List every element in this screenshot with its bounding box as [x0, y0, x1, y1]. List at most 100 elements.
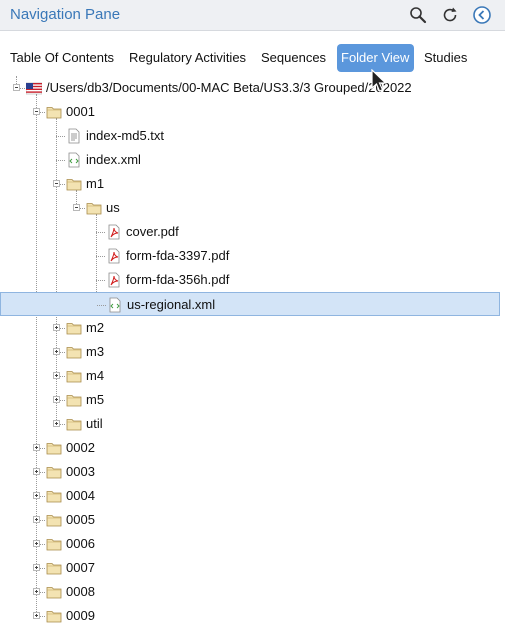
xml-file-icon	[107, 297, 123, 313]
tree-row[interactable]: util	[0, 412, 505, 436]
collapse-toggle-icon[interactable]	[53, 180, 60, 187]
tree-item-label: cover.pdf	[126, 224, 179, 239]
tree-item-label: 0003	[66, 464, 95, 479]
back-circle-icon[interactable]	[472, 5, 492, 25]
tree-row[interactable]: index.xml	[0, 148, 505, 172]
tree-row[interactable]: form-fda-3397.pdf	[0, 244, 505, 268]
folder-icon	[66, 176, 82, 192]
pdf-file-icon	[106, 272, 122, 288]
tree-item-label: 0005	[66, 512, 95, 527]
tree-item-label: m3	[86, 344, 105, 359]
tree-row[interactable]: index-md5.txt	[0, 124, 505, 148]
tree-item-label: index.xml	[86, 152, 141, 167]
expand-toggle-icon[interactable]	[33, 468, 40, 475]
collapse-toggle-icon[interactable]	[13, 84, 20, 91]
folder-icon	[66, 320, 82, 336]
tree-item-label: 0006	[66, 536, 95, 551]
tree-row[interactable]: cover.pdf	[0, 220, 505, 244]
expand-toggle-icon[interactable]	[53, 396, 60, 403]
tree-guide-line	[56, 136, 65, 137]
tree-row[interactable]: 0001	[0, 100, 505, 124]
navigation-pane-header: Navigation Pane	[0, 0, 505, 31]
tree-item-label: m2	[86, 320, 105, 335]
folder-icon	[46, 464, 62, 480]
tree-row[interactable]: m5	[0, 388, 505, 412]
tree-row[interactable]: m4	[0, 364, 505, 388]
tree-guide-line	[56, 160, 65, 161]
tree-row[interactable]: 0006	[0, 532, 505, 556]
tab-table-of-contents[interactable]: Table Of Contents	[6, 44, 118, 72]
tree-item-label: m4	[86, 368, 105, 383]
tree-row[interactable]: us-regional.xml	[0, 292, 500, 316]
folder-icon	[86, 200, 102, 216]
folder-icon	[46, 488, 62, 504]
tree-item-label: us	[106, 200, 120, 215]
folder-icon	[46, 560, 62, 576]
tree-item-label: 0004	[66, 488, 95, 503]
tree-item-label: util	[86, 416, 103, 431]
tree-item-label: /Users/db3/Documents/00-MAC Beta/US3.3/3…	[46, 80, 412, 95]
collapse-toggle-icon[interactable]	[33, 108, 40, 115]
pdf-file-icon	[106, 248, 122, 264]
folder-icon	[46, 512, 62, 528]
tree-guide-line	[96, 280, 105, 281]
tree-row[interactable]: 0009	[0, 604, 505, 628]
tab-regulatory-activities[interactable]: Regulatory Activities	[125, 44, 250, 72]
tab-studies[interactable]: Studies	[420, 44, 471, 72]
expand-toggle-icon[interactable]	[33, 540, 40, 547]
tree-item-label: index-md5.txt	[86, 128, 165, 143]
text-file-icon	[66, 128, 82, 144]
folder-icon	[66, 416, 82, 432]
tree-row[interactable]: 0002	[0, 436, 505, 460]
tree-row[interactable]: 0007	[0, 556, 505, 580]
expand-toggle-icon[interactable]	[33, 564, 40, 571]
tree-row[interactable]: m2	[0, 316, 505, 340]
folder-icon	[66, 392, 82, 408]
folder-icon	[46, 584, 62, 600]
tree-row[interactable]: form-fda-356h.pdf	[0, 268, 505, 292]
expand-toggle-icon[interactable]	[53, 324, 60, 331]
tab-bar: Table Of Contents Regulatory Activities …	[0, 31, 505, 75]
folder-icon	[66, 368, 82, 384]
folder-icon	[46, 104, 62, 120]
tree-row[interactable]: 0004	[0, 484, 505, 508]
tab-folder-view[interactable]: Folder View	[337, 44, 414, 72]
folder-icon	[66, 344, 82, 360]
tree-item-label: 0007	[66, 560, 95, 575]
tree-item-label: form-fda-356h.pdf	[126, 272, 230, 287]
expand-toggle-icon[interactable]	[53, 348, 60, 355]
tree-guide-line	[96, 256, 105, 257]
tree-item-label: 0001	[66, 104, 95, 119]
expand-toggle-icon[interactable]	[33, 444, 40, 451]
collapse-toggle-icon[interactable]	[73, 204, 80, 211]
folder-icon	[46, 440, 62, 456]
tree-row[interactable]: 0003	[0, 460, 505, 484]
expand-toggle-icon[interactable]	[53, 420, 60, 427]
pane-title: Navigation Pane	[10, 6, 121, 23]
us-flag-icon	[25, 80, 43, 96]
tree-item-label: form-fda-3397.pdf	[126, 248, 230, 263]
mouse-cursor-icon	[371, 69, 387, 92]
tree-item-label: m5	[86, 392, 105, 407]
expand-toggle-icon[interactable]	[53, 372, 60, 379]
tree-row[interactable]: 0008	[0, 580, 505, 604]
search-icon[interactable]	[408, 5, 428, 25]
refresh-icon[interactable]	[440, 5, 460, 25]
expand-toggle-icon[interactable]	[33, 492, 40, 499]
tree-item-label: 0002	[66, 440, 95, 455]
tree-row[interactable]: m3	[0, 340, 505, 364]
expand-toggle-icon[interactable]	[33, 588, 40, 595]
tree-guide-line	[96, 232, 105, 233]
tree-item-label: us-regional.xml	[127, 297, 216, 312]
folder-icon	[46, 536, 62, 552]
expand-toggle-icon[interactable]	[33, 612, 40, 619]
tab-sequences[interactable]: Sequences	[257, 44, 330, 72]
tree-row[interactable]: us	[0, 196, 505, 220]
tree-guide-line	[97, 305, 106, 306]
tree-row[interactable]: m1	[0, 172, 505, 196]
tree-row[interactable]: /Users/db3/Documents/00-MAC Beta/US3.3/3…	[0, 76, 505, 100]
expand-toggle-icon[interactable]	[33, 516, 40, 523]
folder-tree: /Users/db3/Documents/00-MAC Beta/US3.3/3…	[0, 76, 505, 642]
tree-row[interactable]: 0005	[0, 508, 505, 532]
tree-item-label: 0008	[66, 584, 95, 599]
